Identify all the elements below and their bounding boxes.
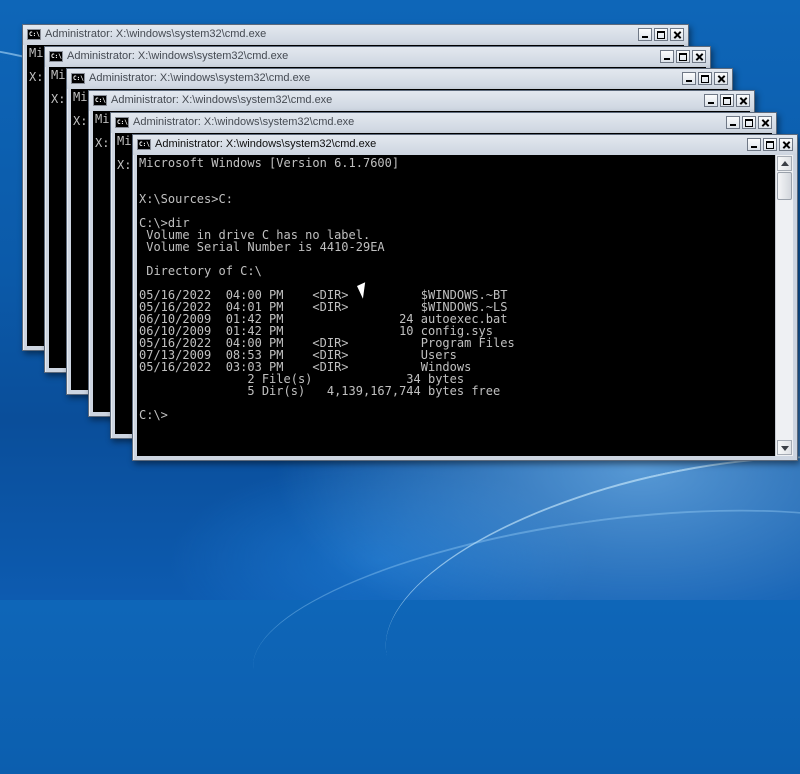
- wallpaper-streak: [239, 472, 800, 770]
- scroll-up-arrow-icon[interactable]: [777, 156, 792, 171]
- maximize-icon[interactable]: [742, 116, 756, 129]
- minimize-icon[interactable]: [638, 28, 652, 41]
- window-title: Administrator: X:\windows\system32\cmd.e…: [111, 94, 333, 106]
- cmd-app-icon[interactable]: C:\: [27, 29, 41, 40]
- minimize-icon[interactable]: [747, 138, 761, 151]
- window-controls: [638, 28, 684, 41]
- window-titlebar[interactable]: C:\ Administrator: X:\windows\system32\c…: [23, 25, 688, 45]
- minimize-icon[interactable]: [682, 72, 696, 85]
- close-icon[interactable]: [736, 94, 750, 107]
- maximize-icon[interactable]: [720, 94, 734, 107]
- cmd-app-icon[interactable]: C:\: [71, 73, 85, 84]
- maximize-icon[interactable]: [698, 72, 712, 85]
- window-controls: [704, 94, 750, 107]
- window-titlebar[interactable]: C:\ Administrator: X:\windows\system32\c…: [111, 113, 776, 133]
- minimize-icon[interactable]: [660, 50, 674, 63]
- window-titlebar[interactable]: C:\ Administrator: X:\windows\system32\c…: [67, 69, 732, 89]
- window-controls: [726, 116, 772, 129]
- window-titlebar[interactable]: C:\ Administrator: X:\windows\system32\c…: [45, 47, 710, 67]
- window-title: Administrator: X:\windows\system32\cmd.e…: [45, 28, 267, 40]
- close-icon[interactable]: [779, 138, 793, 151]
- minimize-icon[interactable]: [704, 94, 718, 107]
- minimize-icon[interactable]: [726, 116, 740, 129]
- close-icon[interactable]: [714, 72, 728, 85]
- window-titlebar[interactable]: C:\ Administrator: X:\windows\system32\c…: [133, 135, 797, 155]
- scroll-down-arrow-icon[interactable]: [777, 440, 792, 455]
- maximize-icon[interactable]: [654, 28, 668, 41]
- close-icon[interactable]: [758, 116, 772, 129]
- console-output: Microsoft Windows [Version 6.1.7600] X:\…: [139, 156, 515, 422]
- window-title: Administrator: X:\windows\system32\cmd.e…: [133, 116, 355, 128]
- window-title: Administrator: X:\windows\system32\cmd.e…: [89, 72, 311, 84]
- vertical-scrollbar[interactable]: [775, 155, 793, 456]
- window-controls: [682, 72, 728, 85]
- cmd-app-icon[interactable]: C:\: [115, 117, 129, 128]
- close-icon[interactable]: [670, 28, 684, 41]
- console-area[interactable]: Microsoft Windows [Version 6.1.7600] X:\…: [137, 155, 793, 456]
- close-icon[interactable]: [692, 50, 706, 63]
- window-controls: [747, 138, 793, 151]
- window-title: Administrator: X:\windows\system32\cmd.e…: [67, 50, 289, 62]
- maximize-icon[interactable]: [763, 138, 777, 151]
- cmd-app-icon[interactable]: C:\: [137, 139, 151, 150]
- window-title: Administrator: X:\windows\system32\cmd.e…: [155, 138, 377, 150]
- window-controls: [660, 50, 706, 63]
- maximize-icon[interactable]: [676, 50, 690, 63]
- window-titlebar[interactable]: C:\ Administrator: X:\windows\system32\c…: [89, 91, 754, 111]
- scroll-thumb[interactable]: [777, 172, 792, 200]
- cmd-app-icon[interactable]: C:\: [93, 95, 107, 106]
- cmd-window-active[interactable]: C:\ Administrator: X:\windows\system32\c…: [132, 134, 798, 461]
- cmd-app-icon[interactable]: C:\: [49, 51, 63, 62]
